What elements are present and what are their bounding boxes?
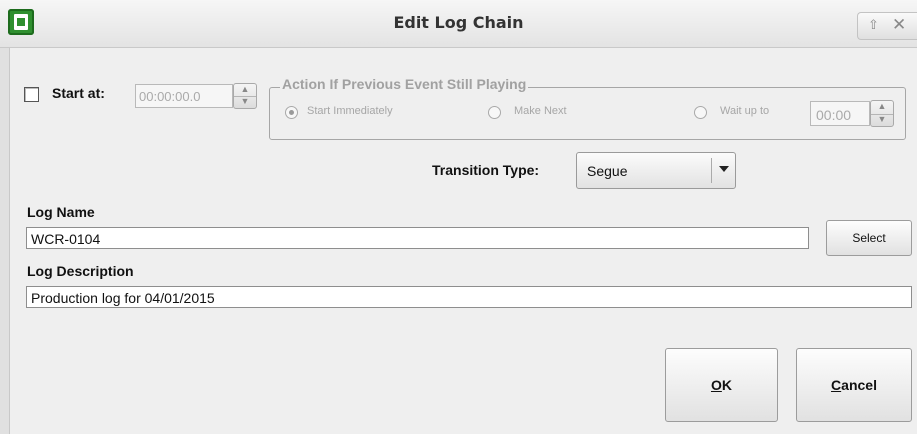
cancel-mnemonic: C: [831, 377, 842, 393]
window-title: Edit Log Chain: [393, 13, 524, 32]
title-bar: Edit Log Chain ⇧ ✕: [0, 0, 917, 48]
dropdown-arrow-icon: [719, 166, 729, 172]
make-next-radio[interactable]: [488, 106, 501, 119]
ok-mnemonic: O: [710, 377, 722, 393]
transition-type-label: Transition Type:: [432, 162, 540, 178]
spin-down-icon[interactable]: ▼: [234, 96, 256, 108]
cancel-button[interactable]: Cancel: [796, 348, 912, 422]
spin-down-icon[interactable]: ▼: [871, 114, 893, 127]
shade-icon[interactable]: ⇧: [868, 17, 879, 33]
log-name-field[interactable]: WCR-0104: [26, 227, 809, 249]
window-controls: ⇧ ✕: [857, 12, 917, 40]
wait-time-stepper[interactable]: ▲ ▼: [870, 100, 894, 127]
start-at-checkbox[interactable]: [24, 87, 39, 102]
start-immediately-radio[interactable]: [285, 106, 298, 119]
ok-button[interactable]: OK: [665, 348, 778, 422]
wait-up-to-label: Wait up to: [720, 105, 770, 117]
cancel-label-rest: ancel: [841, 377, 877, 393]
start-immediately-label: Start Immediately: [307, 105, 393, 117]
start-time-input[interactable]: 00:00:00.0: [135, 84, 233, 108]
make-next-label: Make Next: [514, 105, 567, 117]
log-description-label: Log Description: [27, 263, 134, 279]
combo-separator: [711, 158, 712, 183]
start-at-label: Start at:: [52, 85, 105, 101]
log-description-field[interactable]: Production log for 04/01/2015: [26, 286, 912, 308]
window-left-edge: [0, 48, 10, 434]
select-log-button[interactable]: Select: [826, 220, 912, 256]
transition-type-select[interactable]: Segue: [576, 152, 736, 189]
close-icon[interactable]: ✕: [892, 15, 906, 35]
spin-up-icon[interactable]: ▲: [871, 101, 893, 115]
wait-time-input[interactable]: 00:00: [810, 101, 870, 126]
start-time-stepper[interactable]: ▲ ▼: [233, 83, 257, 109]
wait-up-to-radio[interactable]: [694, 106, 707, 119]
ok-label-rest: K: [721, 377, 732, 393]
action-group-title: Action If Previous Event Still Playing: [280, 76, 529, 92]
transition-type-value: Segue: [587, 163, 628, 179]
log-name-label: Log Name: [27, 204, 95, 220]
